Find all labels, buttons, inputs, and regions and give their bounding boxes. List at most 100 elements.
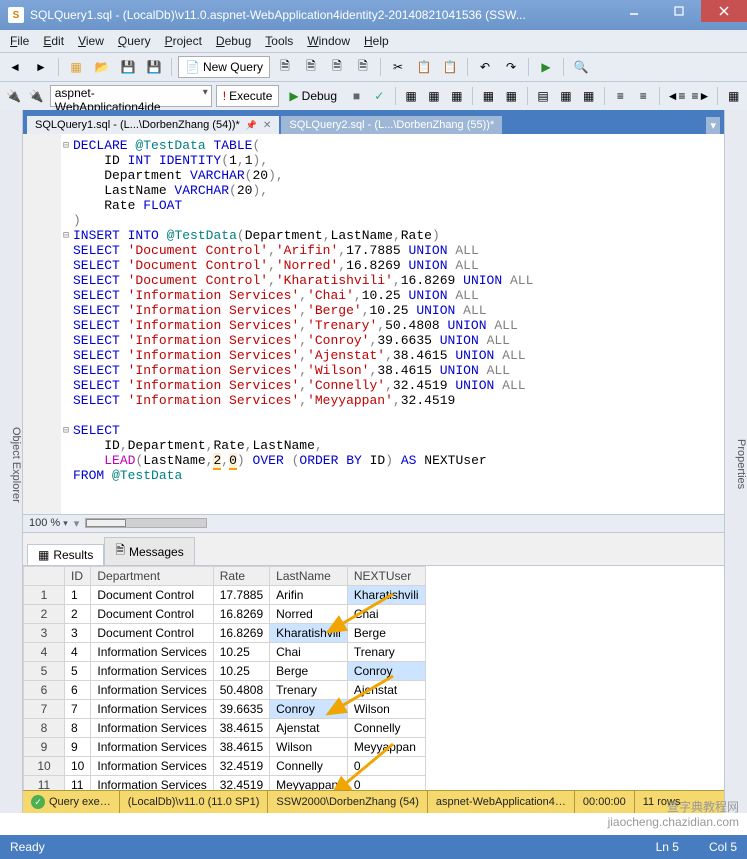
- col-header[interactable]: ID: [65, 567, 91, 586]
- cell: Chai: [347, 605, 425, 624]
- cell: Chai: [270, 643, 348, 662]
- row-number: 10: [24, 757, 65, 776]
- copy-button[interactable]: 📋: [413, 56, 435, 78]
- menu-edit[interactable]: Edit: [37, 32, 70, 50]
- table-row[interactable]: 1010Information Services32.4519Connelly0: [24, 757, 426, 776]
- outline-markers[interactable]: ⊟⊟⊟: [63, 138, 69, 438]
- redo-button[interactable]: ↷: [500, 56, 522, 78]
- table-row[interactable]: 11Document Control17.7885ArifinKharatish…: [24, 586, 426, 605]
- undo-button[interactable]: ↶: [474, 56, 496, 78]
- active-files-dropdown[interactable]: ▾: [706, 117, 720, 134]
- intellisense-icon[interactable]: ▦: [447, 85, 466, 107]
- parse-button[interactable]: ✓: [370, 85, 389, 107]
- status-col: Col 5: [709, 840, 737, 854]
- cell: 8: [65, 719, 91, 738]
- new-query-button[interactable]: 📄New Query: [178, 56, 270, 78]
- start-button[interactable]: ▶: [535, 56, 557, 78]
- cell: 6: [65, 681, 91, 700]
- server-name: (LocalDb)\v11.0 (11.0 SP1): [120, 791, 269, 813]
- menu-project[interactable]: Project: [159, 32, 208, 50]
- results-to-text-icon[interactable]: ▤: [534, 85, 553, 107]
- cell: 38.4615: [213, 719, 269, 738]
- save-all-button[interactable]: 💾: [143, 56, 165, 78]
- pin-icon[interactable]: 📌: [246, 120, 257, 131]
- table-row[interactable]: 22Document Control16.8269NorredChai: [24, 605, 426, 624]
- connection-icon[interactable]: 🔌: [4, 85, 23, 107]
- results-tab[interactable]: ▦Results: [27, 544, 104, 565]
- col-header[interactable]: Rate: [213, 567, 269, 586]
- object-explorer-panel[interactable]: Object Explorer: [0, 110, 23, 813]
- forward-button[interactable]: ►: [30, 56, 52, 78]
- mdx-query-icon[interactable]: 🗎: [326, 56, 348, 78]
- menu-bar: FileEditViewQueryProjectDebugToolsWindow…: [0, 30, 747, 53]
- table-row[interactable]: 77Information Services39.6635ConroyWilso…: [24, 700, 426, 719]
- properties-panel[interactable]: Properties: [724, 110, 747, 813]
- change-connection-icon[interactable]: 🔌: [27, 85, 46, 107]
- include-plan-icon[interactable]: ▦: [479, 85, 498, 107]
- minimize-button[interactable]: [611, 0, 656, 22]
- row-number: 6: [24, 681, 65, 700]
- cut-button[interactable]: ✂: [387, 56, 409, 78]
- col-header[interactable]: LastName: [270, 567, 348, 586]
- specify-values-icon[interactable]: ▦: [724, 85, 743, 107]
- table-row[interactable]: 99Information Services38.4615WilsonMeyya…: [24, 738, 426, 757]
- cell: Norred: [270, 605, 348, 624]
- db-engine-query-icon[interactable]: 🗎: [274, 56, 296, 78]
- table-row[interactable]: 66Information Services50.4808TrenaryAjen…: [24, 681, 426, 700]
- save-button[interactable]: 💾: [117, 56, 139, 78]
- close-button[interactable]: [701, 0, 747, 22]
- analysis-query-icon[interactable]: 🗎: [300, 56, 322, 78]
- menu-window[interactable]: Window: [301, 32, 356, 50]
- cell: 0: [347, 757, 425, 776]
- results-to-file-icon[interactable]: ▦: [579, 85, 598, 107]
- open-button[interactable]: 📂: [91, 56, 113, 78]
- table-row[interactable]: 44Information Services10.25ChaiTrenary: [24, 643, 426, 662]
- include-stats-icon[interactable]: ▦: [502, 85, 521, 107]
- paste-button[interactable]: 📋: [439, 56, 461, 78]
- menu-debug[interactable]: Debug: [210, 32, 257, 50]
- increase-indent-icon[interactable]: ≡►: [690, 85, 711, 107]
- document-tab-1[interactable]: SQLQuery2.sql - (L...\DorbenZhang (55))*: [281, 116, 502, 134]
- col-header[interactable]: Department: [91, 567, 213, 586]
- query-options-icon[interactable]: ▦: [424, 85, 443, 107]
- results-to-grid-icon[interactable]: ▦: [556, 85, 575, 107]
- stop-button[interactable]: ■: [347, 85, 366, 107]
- zoom-dropdown[interactable]: 100 %: [29, 517, 68, 529]
- cell: Information Services: [91, 719, 213, 738]
- database-dropdown[interactable]: aspnet-WebApplication4ide: [50, 85, 212, 107]
- comment-icon[interactable]: ≡: [611, 85, 630, 107]
- cell: Information Services: [91, 643, 213, 662]
- display-plan-icon[interactable]: ▦: [402, 85, 421, 107]
- new-project-button[interactable]: ▦: [65, 56, 87, 78]
- col-header[interactable]: [24, 567, 65, 586]
- cell: Information Services: [91, 681, 213, 700]
- messages-tab[interactable]: 🗎Messages: [104, 537, 194, 565]
- find-button[interactable]: 🔍: [570, 56, 592, 78]
- tab-label: SQLQuery2.sql - (L...\DorbenZhang (55))*: [289, 119, 494, 131]
- table-row[interactable]: 33Document Control16.8269KharatishviliBe…: [24, 624, 426, 643]
- close-tab-icon[interactable]: ✕: [263, 120, 271, 131]
- back-button[interactable]: ◄: [4, 56, 26, 78]
- cell: 1: [65, 586, 91, 605]
- menu-query[interactable]: Query: [112, 32, 157, 50]
- menu-view[interactable]: View: [72, 32, 110, 50]
- execute-button[interactable]: !Execute: [216, 85, 280, 107]
- maximize-button[interactable]: [656, 0, 701, 22]
- results-grid[interactable]: IDDepartmentRateLastNameNEXTUser11Docume…: [23, 566, 724, 790]
- window-titlebar: S SQLQuery1.sql - (LocalDb)\v11.0.aspnet…: [0, 0, 747, 30]
- table-row[interactable]: 55Information Services10.25BergeConroy: [24, 662, 426, 681]
- menu-help[interactable]: Help: [358, 32, 395, 50]
- menu-file[interactable]: File: [4, 32, 35, 50]
- menu-tools[interactable]: Tools: [259, 32, 299, 50]
- uncomment-icon[interactable]: ≡: [634, 85, 653, 107]
- query-status: ✓Query exe…: [23, 791, 120, 813]
- decrease-indent-icon[interactable]: ◄≡: [666, 85, 687, 107]
- horizontal-scrollbar[interactable]: [85, 518, 207, 528]
- col-header[interactable]: NEXTUser: [347, 567, 425, 586]
- table-row[interactable]: 1111Information Services32.4519Meyyappan…: [24, 776, 426, 791]
- debug-button[interactable]: ▶Debug: [283, 86, 343, 106]
- dmx-query-icon[interactable]: 🗎: [352, 56, 374, 78]
- table-row[interactable]: 88Information Services38.4615AjenstatCon…: [24, 719, 426, 738]
- document-tab-0[interactable]: SQLQuery1.sql - (L...\DorbenZhang (54))*…: [27, 116, 279, 134]
- sql-editor[interactable]: DECLARE @TestData TABLE( ID INT IDENTITY…: [23, 134, 724, 487]
